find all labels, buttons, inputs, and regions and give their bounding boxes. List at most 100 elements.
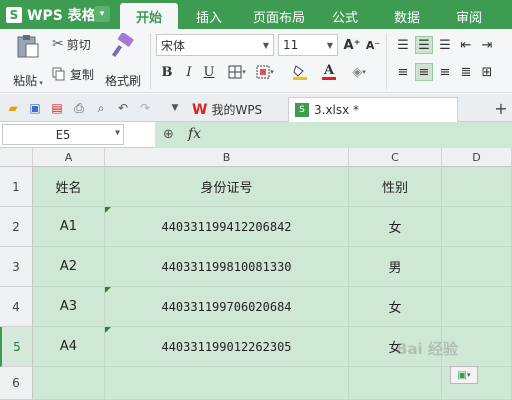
bold-button[interactable]: B [158,63,176,81]
italic-button[interactable]: I [180,63,198,81]
cell-a2[interactable]: A1 [33,207,105,247]
cell-d4[interactable] [442,287,512,327]
column-header-b[interactable]: B [105,148,349,167]
row-header-1[interactable]: 1 [0,167,33,207]
app-menu-arrow-icon[interactable]: ▾ [94,6,110,22]
open-folder-icon[interactable]: ▰ [4,99,22,117]
paste-options-button[interactable]: ▣ ▾ [450,366,478,384]
cell-b3[interactable]: 440331199810081330 [105,247,349,287]
justify-button[interactable]: ≣ [457,63,475,81]
redo-icon[interactable]: ↷ [136,99,154,117]
font-size-combo[interactable]: 11 ▼ [278,34,338,56]
row-header-2[interactable]: 2 [0,207,33,247]
cell-c1[interactable]: 性别 [349,167,442,207]
app-menu-button[interactable]: S WPS 表格 ▾ [0,0,114,29]
decrease-indent-button[interactable]: ⇤ [457,36,475,54]
cell-b2[interactable]: 440331199412206842 [105,207,349,247]
cell-a1[interactable]: 姓名 [33,167,105,207]
undo-icon[interactable]: ↶ [114,99,132,117]
cell-d2[interactable] [442,207,512,247]
ribbon-separator [150,33,151,89]
align-center-button[interactable]: ≡ [415,63,433,81]
cell-a4[interactable]: A3 [33,287,105,327]
grow-font-button[interactable]: A⁺ [343,36,361,54]
increase-indent-icon: ⇥ [481,37,493,53]
paste-button[interactable]: 粘贴 ▾ [10,33,46,89]
fx-icon[interactable]: fx [188,126,201,142]
baidu-watermark: Bai 经验 [396,339,458,358]
cut-button[interactable]: ✂ 剪切 [52,34,91,54]
underline-button[interactable]: U [200,63,218,81]
tab-data[interactable]: 数据 [382,3,432,29]
chevron-down-icon[interactable]: ▼ [323,35,337,55]
customize-toolbar-icon[interactable]: ▼ [166,99,184,117]
cell-c4[interactable]: 女 [349,287,442,327]
cell-d1[interactable] [442,167,512,207]
add-tab-button[interactable]: + [492,99,510,118]
doc-tab-label: 3.xlsx * [314,103,360,117]
fill-color-button[interactable] [287,63,313,81]
copy-icon [52,67,65,81]
tab-review[interactable]: 审阅 [444,3,494,29]
align-middle-button[interactable]: ☰ [415,36,433,54]
align-right-button[interactable]: ≡ [436,63,454,81]
cell-b4[interactable]: 440331199706020684 [105,287,349,327]
column-header-a[interactable]: A [33,148,105,167]
cell-b5[interactable]: 440331199012262305 [105,327,349,367]
eraser-icon: ◈ [352,64,363,80]
tab-insert[interactable]: 插入 [184,3,234,29]
merge-cells-button[interactable]: ▾ [252,63,278,81]
chevron-down-icon[interactable]: ▼ [115,128,120,137]
cell-b6[interactable] [105,367,349,400]
column-header-d[interactable]: D [442,148,512,167]
cell-d3[interactable] [442,247,512,287]
borders-icon [228,65,242,79]
column-header-c[interactable]: C [349,148,442,167]
zoom-icon[interactable]: ⊕ [163,127,174,142]
copy-button[interactable]: 复制 [52,64,94,84]
save-icon[interactable]: ▣ [26,99,44,117]
shrink-font-button[interactable]: A⁻ [364,36,382,54]
cell-c3[interactable]: 男 [349,247,442,287]
chevron-down-icon[interactable]: ▼ [259,35,273,55]
print-icon[interactable]: ⎙ [70,99,88,117]
doc-tab-3-xlsx[interactable]: S 3.xlsx * [288,97,458,122]
cell-value: 440331199706020684 [161,299,292,314]
cell-b1[interactable]: 身份证号 [105,167,349,207]
borders-button[interactable]: ▾ [224,63,250,81]
paste-options-icon: ▣ [457,369,467,381]
print-preview-icon[interactable]: ⌕ [92,99,110,117]
cell-c6[interactable] [349,367,442,400]
fill-bucket-icon [293,65,307,80]
formula-bar: E5 ▼ ⊕ fx [0,122,512,148]
formula-input[interactable] [155,122,512,148]
doc-tab-my-wps[interactable]: W 我的WPS [186,97,284,122]
cell-c2[interactable]: 女 [349,207,442,247]
font-color-button[interactable]: A [316,63,342,81]
distributed-align-button[interactable]: ⊞ [478,63,496,81]
cell-a3[interactable]: A2 [33,247,105,287]
align-left-button[interactable]: ≡ [394,63,412,81]
format-painter-button[interactable]: 格式刷 [103,33,143,89]
ribbon-separator [386,33,387,89]
fill-color-swatch [293,77,307,80]
align-top-button[interactable]: ☰ [394,36,412,54]
row-header-6[interactable]: 6 [0,367,33,400]
increase-indent-button[interactable]: ⇥ [478,36,496,54]
align-middle-icon: ☰ [418,37,430,53]
row-header-3[interactable]: 3 [0,247,33,287]
align-right-icon: ≡ [439,64,451,80]
align-bottom-button[interactable]: ☰ [436,36,454,54]
cell-a6[interactable] [33,367,105,400]
select-all-corner[interactable] [0,148,33,167]
row-header-5[interactable]: 5 [0,327,33,367]
tab-page-layout[interactable]: 页面布局 [244,3,314,29]
export-pdf-icon[interactable]: ▤ [48,99,66,117]
tab-formulas[interactable]: 公式 [320,3,370,29]
row-header-4[interactable]: 4 [0,287,33,327]
cell-a5[interactable]: A4 [33,327,105,367]
name-box[interactable]: E5 ▼ [2,124,124,145]
clear-format-button[interactable]: ◈ ▾ [346,63,372,81]
font-name-combo[interactable]: 宋体 ▼ [156,34,274,56]
tab-home[interactable]: 开始 [120,3,178,29]
